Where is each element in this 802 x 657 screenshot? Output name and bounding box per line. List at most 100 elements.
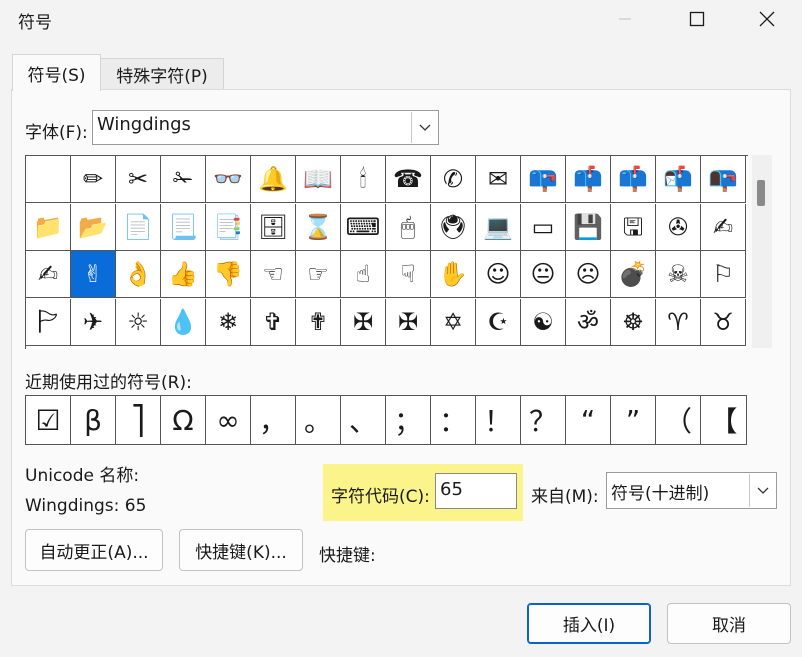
symbol-cell[interactable]: ✋ [431, 251, 476, 298]
symbol-cell[interactable] [26, 156, 71, 203]
symbol-cell[interactable]: 📄 [116, 203, 161, 251]
maximize-button[interactable] [676, 4, 718, 34]
symbol-cell[interactable]: 📂 [71, 203, 116, 251]
symbol-cell[interactable]: ☸ [611, 298, 656, 346]
cancel-button[interactable]: 取消 [667, 603, 791, 644]
symbol-cell[interactable]: ✡ [431, 298, 476, 346]
symbol-grid-scrollbar[interactable] [752, 155, 772, 348]
symbol-cell[interactable]: ॐ [566, 298, 611, 346]
symbol-cell[interactable]: 👓 [206, 156, 251, 203]
symbol-cell[interactable]: 👍 [161, 251, 206, 298]
recent-symbol-cell[interactable]: ” [611, 396, 656, 444]
symbol-cell[interactable]: ✌ [71, 251, 116, 298]
symbol-cell[interactable]: 🕯 [341, 156, 386, 203]
symbol-cell[interactable]: ✆ [431, 156, 476, 203]
symbol-cell[interactable]: ☟ [386, 251, 431, 298]
symbol-cell[interactable]: ☜ [251, 251, 296, 298]
from-select[interactable]: 符号(十进制) [606, 472, 777, 509]
recent-symbol-cell[interactable]: 【 [701, 396, 746, 444]
symbol-glyph: 📄 [123, 212, 153, 241]
symbol-cell[interactable]: 💾 [566, 203, 611, 251]
recent-symbol-cell[interactable]: “ [566, 396, 611, 444]
symbol-cell[interactable]: ☯ [521, 298, 566, 346]
symbol-cell[interactable]: 🔔 [251, 156, 296, 203]
symbol-cell[interactable]: ✟ [296, 298, 341, 346]
symbol-cell[interactable]: ☼ [116, 298, 161, 346]
symbol-cell[interactable]: ☹ [566, 251, 611, 298]
symbol-cell[interactable]: ⌨ [341, 203, 386, 251]
symbol-cell[interactable]: ✇ [656, 203, 701, 251]
symbol-cell[interactable]: ✍ [701, 203, 746, 251]
recent-symbol-cell[interactable]: ： [431, 396, 476, 444]
symbol-cell[interactable]: 📫 [611, 156, 656, 203]
symbol-cell[interactable]: ✉ [476, 156, 521, 203]
recent-symbol-cell[interactable]: β [71, 396, 116, 444]
symbol-cell[interactable]: ▭ [521, 203, 566, 251]
recent-symbol-cell[interactable]: ？ [521, 396, 566, 444]
symbol-glyph: ✂ [127, 165, 149, 193]
symbol-cell[interactable]: 💣 [611, 251, 656, 298]
symbol-cell[interactable]: ☝ [341, 251, 386, 298]
autocorrect-button[interactable]: 自动更正(A)... [25, 529, 163, 571]
symbol-cell[interactable]: 📁 [26, 203, 71, 251]
recent-symbol-cell[interactable]: ； [386, 396, 431, 444]
symbol-cell[interactable]: ✞ [251, 298, 296, 346]
symbol-cell[interactable]: ☪ [476, 298, 521, 346]
symbol-cell[interactable]: 😐 [521, 251, 566, 298]
recent-symbol-cell[interactable]: ， [251, 396, 296, 444]
symbol-cell[interactable]: 🖲 [431, 203, 476, 251]
insert-button[interactable]: 插入(I) [527, 603, 651, 644]
close-button[interactable] [746, 4, 788, 34]
symbol-cell[interactable]: 📭 [701, 156, 746, 203]
recent-symbol-cell[interactable]: ！ [476, 396, 521, 444]
symbol-cell[interactable]: 📖 [296, 156, 341, 203]
symbol-cell[interactable]: 👎 [206, 251, 251, 298]
symbol-cell[interactable]: ☠ [656, 251, 701, 298]
symbol-cell[interactable]: ✍ [26, 251, 71, 298]
scrollbar-thumb[interactable] [757, 180, 765, 206]
symbol-cell[interactable]: 🏱 [26, 298, 71, 346]
font-select[interactable]: Wingdings [92, 110, 439, 145]
symbol-cell[interactable]: 🖱 [386, 203, 431, 251]
recent-symbol-cell[interactable]: （ [656, 396, 701, 444]
symbol-cell[interactable]: 🖫 [611, 203, 656, 251]
symbol-cell[interactable]: ✈ [71, 298, 116, 346]
symbol-cell[interactable]: 🗄 [251, 203, 296, 251]
symbol-cell[interactable]: ☎ [386, 156, 431, 203]
recent-symbol-cell[interactable]: ☑ [26, 396, 71, 444]
from-dropdown-button[interactable] [749, 474, 775, 507]
symbol-cell[interactable]: 📃 [161, 203, 206, 251]
symbol-cell[interactable]: ✠ [341, 298, 386, 346]
symbol-cell[interactable]: ♈ [656, 298, 701, 346]
tab-special-characters[interactable]: 特殊字符(P) [101, 58, 224, 90]
recent-symbol-cell[interactable]: ⎤ [116, 396, 161, 444]
recent-symbol-cell[interactable]: ∞ [206, 396, 251, 444]
symbol-glyph: ⌛ [303, 212, 333, 241]
minimize-button[interactable] [604, 4, 646, 34]
symbol-cell[interactable]: ☺ [476, 251, 521, 298]
symbol-cell[interactable]: ⌛ [296, 203, 341, 251]
recent-symbol-cell[interactable]: 、 [341, 396, 386, 444]
symbol-cell[interactable]: ♉ [701, 298, 746, 346]
char-code-input[interactable]: 65 [435, 473, 517, 509]
symbol-cell[interactable]: 📑 [206, 203, 251, 251]
symbol-cell[interactable]: 💧 [161, 298, 206, 346]
tab-symbols[interactable]: 符号(S) [12, 54, 101, 91]
symbol-cell[interactable]: 👌 [116, 251, 161, 298]
symbol-cell[interactable]: 📫 [566, 156, 611, 203]
font-dropdown-button[interactable] [411, 112, 437, 143]
recent-symbol-cell[interactable]: Ω [161, 396, 206, 444]
symbol-cell[interactable]: ✂ [116, 156, 161, 203]
recent-symbol-cell[interactable]: 。 [296, 396, 341, 444]
symbol-cell[interactable]: 📪 [521, 156, 566, 203]
symbol-cell[interactable]: 📬 [656, 156, 701, 203]
symbol-cell[interactable]: ✠ [386, 298, 431, 346]
symbol-cell[interactable]: 💻 [476, 203, 521, 251]
symbol-cell[interactable]: ✏ [71, 156, 116, 203]
shortcut-key-button[interactable]: 快捷键(K)... [179, 529, 303, 571]
char-code-label: 字符代码(C): [331, 487, 430, 507]
symbol-cell[interactable]: ❄ [206, 298, 251, 346]
symbol-cell[interactable]: ⚐ [701, 251, 746, 298]
symbol-cell[interactable]: ✁ [161, 156, 206, 203]
symbol-cell[interactable]: ☞ [296, 251, 341, 298]
